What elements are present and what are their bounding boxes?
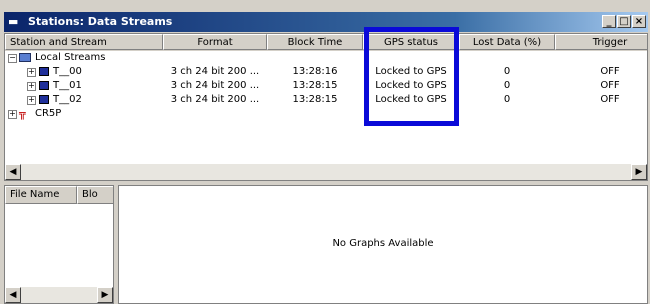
stream-block-time: 13:28:15	[292, 94, 338, 105]
stream-trigger: OFF	[600, 80, 620, 91]
stream-lost-data: 0	[503, 66, 511, 77]
stream-format: 3 ch 24 bit 200 ...	[170, 66, 260, 77]
no-graphs-message: No Graphs Available	[332, 238, 434, 249]
column-header-trigger[interactable]: Trigger	[555, 34, 647, 50]
scroll-right-button[interactable]: ▶	[97, 287, 113, 303]
title-bar[interactable]: ▬ Stations: Data Streams _ □ ×	[4, 12, 648, 32]
stream-block-time: 13:28:16	[292, 66, 338, 77]
station-icon	[39, 67, 49, 76]
scroll-right-button[interactable]: ▶	[631, 164, 647, 180]
stream-lost-data: 0	[503, 94, 511, 105]
tree-label: CR5P	[35, 108, 62, 119]
stream-format: 3 ch 24 bit 200 ...	[170, 94, 260, 105]
tree-row-local-streams[interactable]: − Local Streams	[5, 51, 647, 65]
column-header-format[interactable]: Format	[163, 34, 267, 50]
maximize-icon: □	[619, 16, 629, 27]
window: ▬ Stations: Data Streams _ □ × Station a…	[0, 0, 650, 304]
minimize-icon: _	[606, 16, 612, 27]
column-header-lost-data[interactable]: Lost Data (%)	[459, 34, 555, 50]
gps-status-highlight-box	[364, 27, 459, 126]
arrow-left-icon: ◀	[9, 290, 17, 300]
table-header: Station and Stream Format Block Time GPS…	[5, 34, 647, 51]
arrow-left-icon: ◀	[9, 167, 17, 177]
tree-row-cr5p[interactable]: + ╦ CR5P	[5, 107, 647, 121]
window-icon: ▬	[8, 15, 19, 28]
station-icon	[39, 81, 49, 90]
stream-name: T__02	[53, 94, 82, 105]
close-icon: ×	[634, 16, 644, 27]
stream-format: 3 ch 24 bit 200 ...	[170, 80, 260, 91]
column-header-file-name[interactable]: File Name	[5, 186, 77, 204]
stream-row[interactable]: + T__02 3 ch 24 bit 200 ... 13:28:15 Loc…	[5, 93, 647, 107]
minimize-button[interactable]: _	[602, 15, 616, 28]
collapse-icon[interactable]: −	[8, 54, 17, 63]
expand-icon[interactable]: +	[27, 82, 36, 91]
arrow-right-icon: ▶	[101, 290, 109, 300]
graph-pane: No Graphs Available	[118, 185, 648, 304]
scroll-left-button[interactable]: ◀	[5, 287, 21, 303]
expand-icon[interactable]: +	[27, 68, 36, 77]
scroll-left-button[interactable]: ◀	[5, 164, 21, 180]
file-list-pane[interactable]: File Name Blo ◀ ▶	[4, 185, 114, 304]
network-node-icon: ╦	[19, 107, 26, 120]
stream-trigger: OFF	[600, 66, 620, 77]
horizontal-scrollbar[interactable]: ◀ ▶	[5, 164, 647, 180]
close-button[interactable]: ×	[632, 15, 646, 28]
stream-name: T__01	[53, 80, 82, 91]
stream-block-time: 13:28:15	[292, 80, 338, 91]
column-header-block-time[interactable]: Block Time	[267, 34, 363, 50]
stream-trigger: OFF	[600, 94, 620, 105]
window-title: Stations: Data Streams	[28, 15, 173, 28]
expand-icon[interactable]: +	[8, 110, 17, 119]
station-icon	[39, 95, 49, 104]
expand-icon[interactable]: +	[27, 96, 36, 105]
tree-label: Local Streams	[35, 52, 106, 63]
stream-lost-data: 0	[503, 80, 511, 91]
arrow-right-icon: ▶	[635, 167, 643, 177]
stream-row[interactable]: + T__01 3 ch 24 bit 200 ... 13:28:15 Loc…	[5, 79, 647, 93]
stream-name: T__00	[53, 66, 82, 77]
column-header-block[interactable]: Blo	[77, 186, 113, 204]
network-icon	[19, 53, 31, 62]
maximize-button[interactable]: □	[617, 15, 631, 28]
stream-row[interactable]: + T__00 3 ch 24 bit 200 ... 13:28:16 Loc…	[5, 65, 647, 79]
column-header-station[interactable]: Station and Stream	[5, 34, 163, 50]
file-list-scrollbar[interactable]: ◀ ▶	[5, 287, 113, 303]
streams-table[interactable]: Station and Stream Format Block Time GPS…	[4, 33, 648, 181]
